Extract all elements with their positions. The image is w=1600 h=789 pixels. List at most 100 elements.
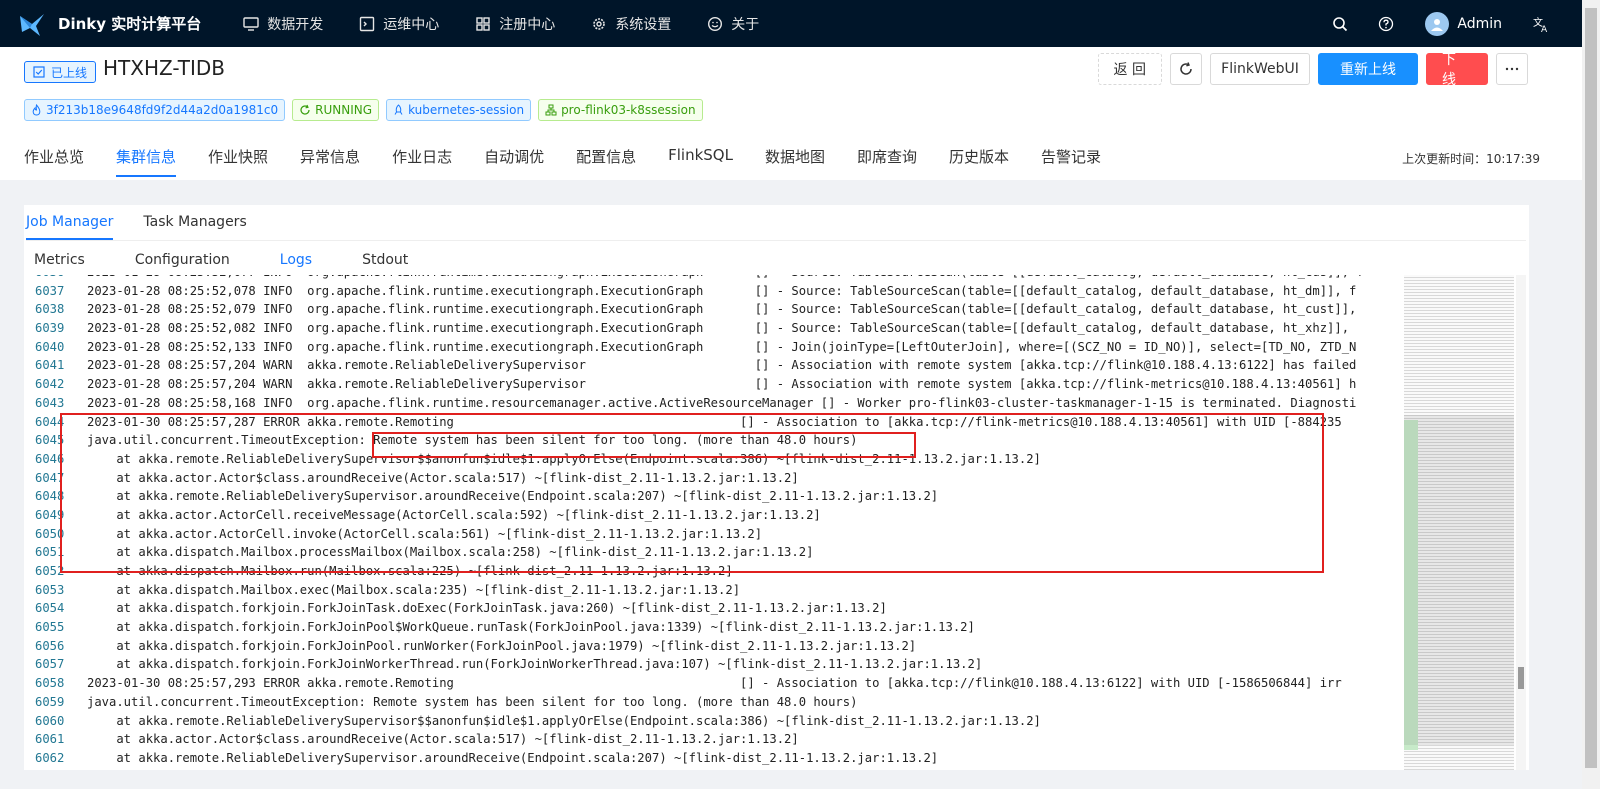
- page-scrollbar[interactable]: [1582, 0, 1600, 789]
- tab-job-logs[interactable]: 作业日志: [392, 144, 452, 180]
- nav-registration-center[interactable]: 注册中心: [457, 0, 573, 47]
- main-nav: 数据开发 运维中心 注册中心 系统设置 关于: [225, 0, 777, 47]
- dinky-logo-icon: [20, 13, 44, 36]
- tab-config[interactable]: 配置信息: [576, 144, 636, 180]
- log-line: 60362023-01-28 08:25:52,077 INFO org.apa…: [27, 275, 1390, 282]
- log-scrollbar-thumb[interactable]: [1518, 667, 1524, 689]
- back-button[interactable]: 返 回: [1097, 53, 1162, 85]
- nav-label: 关于: [731, 16, 760, 33]
- search-button[interactable]: [1317, 0, 1363, 47]
- tab-task-managers[interactable]: Task Managers: [143, 205, 246, 240]
- log-line: 6062 at akka.remote.ReliableDeliverySupe…: [27, 749, 1390, 768]
- tab-exceptions[interactable]: 异常信息: [300, 144, 360, 180]
- language-button[interactable]: 文A: [1518, 0, 1564, 47]
- tab-alert-records[interactable]: 告警记录: [1041, 144, 1101, 180]
- check-square-icon: [33, 66, 45, 78]
- line-number: 6061: [35, 732, 65, 747]
- avatar: [1425, 11, 1450, 36]
- code-box-icon: [360, 16, 375, 31]
- log-text: at akka.dispatch.forkjoin.ForkJoinWorker…: [87, 657, 983, 672]
- log-text: at akka.dispatch.forkjoin.ForkJoinTask.d…: [87, 601, 887, 616]
- job-header: 已上线 HTXHZ-TIDB 返 回 FlinkWebUI 重新上线 下 线 3…: [0, 47, 1600, 180]
- smile-icon: [708, 16, 723, 31]
- log-text: at akka.dispatch.forkjoin.ForkJoinPool.r…: [87, 638, 917, 653]
- tab-history-versions[interactable]: 历史版本: [949, 144, 1009, 180]
- line-number: 6053: [35, 582, 65, 597]
- mode-tag: kubernetes-session: [386, 99, 532, 121]
- tab-configuration[interactable]: Configuration: [135, 243, 230, 277]
- rocket-icon: [394, 104, 403, 115]
- line-number: 6058: [35, 676, 65, 691]
- tab-logs[interactable]: Logs: [273, 243, 319, 277]
- tab-snapshots[interactable]: 作业快照: [208, 144, 268, 180]
- code-minimap[interactable]: [1404, 275, 1514, 770]
- last-update-label: 上次更新时间：: [1402, 152, 1487, 166]
- username: Admin: [1457, 15, 1502, 32]
- job-state: RUNNING: [315, 103, 373, 117]
- line-number: 6036: [27, 275, 87, 282]
- minimap-viewport[interactable]: [1404, 415, 1514, 745]
- ellipsis-icon: [1505, 67, 1519, 71]
- monitor-icon: [243, 16, 259, 31]
- log-text: at akka.remote.ReliableDeliverySuperviso…: [87, 713, 1041, 728]
- log-line: 6056 at akka.dispatch.forkjoin.ForkJoinP…: [27, 637, 1390, 656]
- nav-system-settings[interactable]: 系统设置: [573, 0, 689, 47]
- tab-flinksql[interactable]: FlinkSQL: [668, 144, 733, 180]
- tab-metrics[interactable]: Metrics: [34, 243, 85, 277]
- nav-about[interactable]: 关于: [689, 0, 777, 47]
- nav-label: 数据开发: [267, 16, 324, 33]
- line-number: 6055: [35, 620, 65, 635]
- offline-button[interactable]: 下 线: [1426, 52, 1488, 88]
- tab-stdout[interactable]: Stdout: [362, 243, 408, 277]
- page-title: HTXHZ-TIDB: [103, 56, 225, 80]
- line-number: 6054: [35, 601, 65, 616]
- job-tags: 3f213b18e9648fd9f2d44a2d0a1981c0 RUNNING…: [24, 99, 703, 121]
- svg-text:A: A: [1541, 25, 1548, 33]
- gear-icon: [593, 17, 606, 30]
- line-number: 6060: [35, 713, 65, 728]
- nav-label: 运维中心: [383, 16, 440, 33]
- log-text: 2023-01-28 08:25:58,168 INFO org.apache.…: [87, 395, 1357, 410]
- log-text: 2023-01-28 08:25:52,082 INFO org.apache.…: [87, 321, 1357, 336]
- running-tag: RUNNING: [292, 99, 380, 121]
- line-number: 6056: [35, 638, 65, 653]
- log-text: 2023-01-28 08:25:57,204 WARN akka.remote…: [87, 377, 1357, 392]
- log-text: at akka.dispatch.forkjoin.ForkJoinPool$W…: [87, 620, 975, 635]
- tab-auto-tuning[interactable]: 自动调优: [484, 144, 544, 180]
- help-button[interactable]: [1363, 0, 1409, 47]
- tab-job-manager[interactable]: Job Manager: [26, 205, 114, 240]
- nav-operations-center[interactable]: 运维中心: [341, 0, 457, 47]
- topbar-right: Admin 文A: [1317, 0, 1600, 47]
- line-number: 6043: [35, 395, 65, 410]
- app-brand: Dinky 实时计算平台: [58, 15, 202, 33]
- page-scrollbar-thumb[interactable]: [1585, 8, 1597, 768]
- log-line: 6040 2023-01-28 08:25:52,133 INFO org.apa…: [27, 338, 1390, 357]
- run-mode: kubernetes-session: [408, 103, 525, 117]
- log-line: 6039 2023-01-28 08:25:52,082 INFO org.apa…: [27, 319, 1390, 338]
- tab-overview[interactable]: 作业总览: [24, 144, 84, 180]
- cluster-icon: [545, 104, 557, 116]
- refresh-button[interactable]: [1170, 53, 1202, 85]
- line-number: 6057: [35, 657, 65, 672]
- tab-adhoc-query[interactable]: 即席查询: [857, 144, 917, 180]
- grid-icon: [476, 16, 490, 31]
- log-scrollbar[interactable]: [1516, 275, 1526, 770]
- log-text: 2023-01-28 08:25:57,204 WARN akka.remote…: [87, 358, 1357, 373]
- log-text: at akka.actor.Actor$class.aroundReceive(…: [87, 732, 799, 747]
- tab-data-map[interactable]: 数据地图: [765, 144, 825, 180]
- job-manager-tabs: Metrics Configuration Logs Stdout: [34, 243, 1524, 277]
- more-button[interactable]: [1496, 53, 1528, 85]
- nav-data-development[interactable]: 数据开发: [225, 0, 341, 47]
- line-number: 6040: [35, 339, 65, 354]
- tab-cluster-info[interactable]: 集群信息: [116, 144, 177, 180]
- log-text: at akka.dispatch.Mailbox.exec(Mailbox.sc…: [87, 582, 741, 597]
- redeploy-button[interactable]: 重新上线: [1318, 53, 1418, 85]
- log-text: 2023-01-28 08:25:52,077 INFO org.apache.…: [87, 275, 1364, 279]
- user-menu[interactable]: Admin: [1409, 11, 1518, 36]
- flink-web-ui-button[interactable]: FlinkWebUI: [1210, 53, 1310, 85]
- log-line: 6055 at akka.dispatch.forkjoin.ForkJoinP…: [27, 618, 1390, 637]
- logo[interactable]: Dinky 实时计算平台: [0, 0, 225, 47]
- log-line: 6054 at akka.dispatch.forkjoin.ForkJoinT…: [27, 599, 1390, 618]
- cluster-subtabs: Job Manager Task Managers: [26, 205, 1526, 241]
- log-line: 6038 2023-01-28 08:25:52,079 INFO org.apa…: [27, 300, 1390, 319]
